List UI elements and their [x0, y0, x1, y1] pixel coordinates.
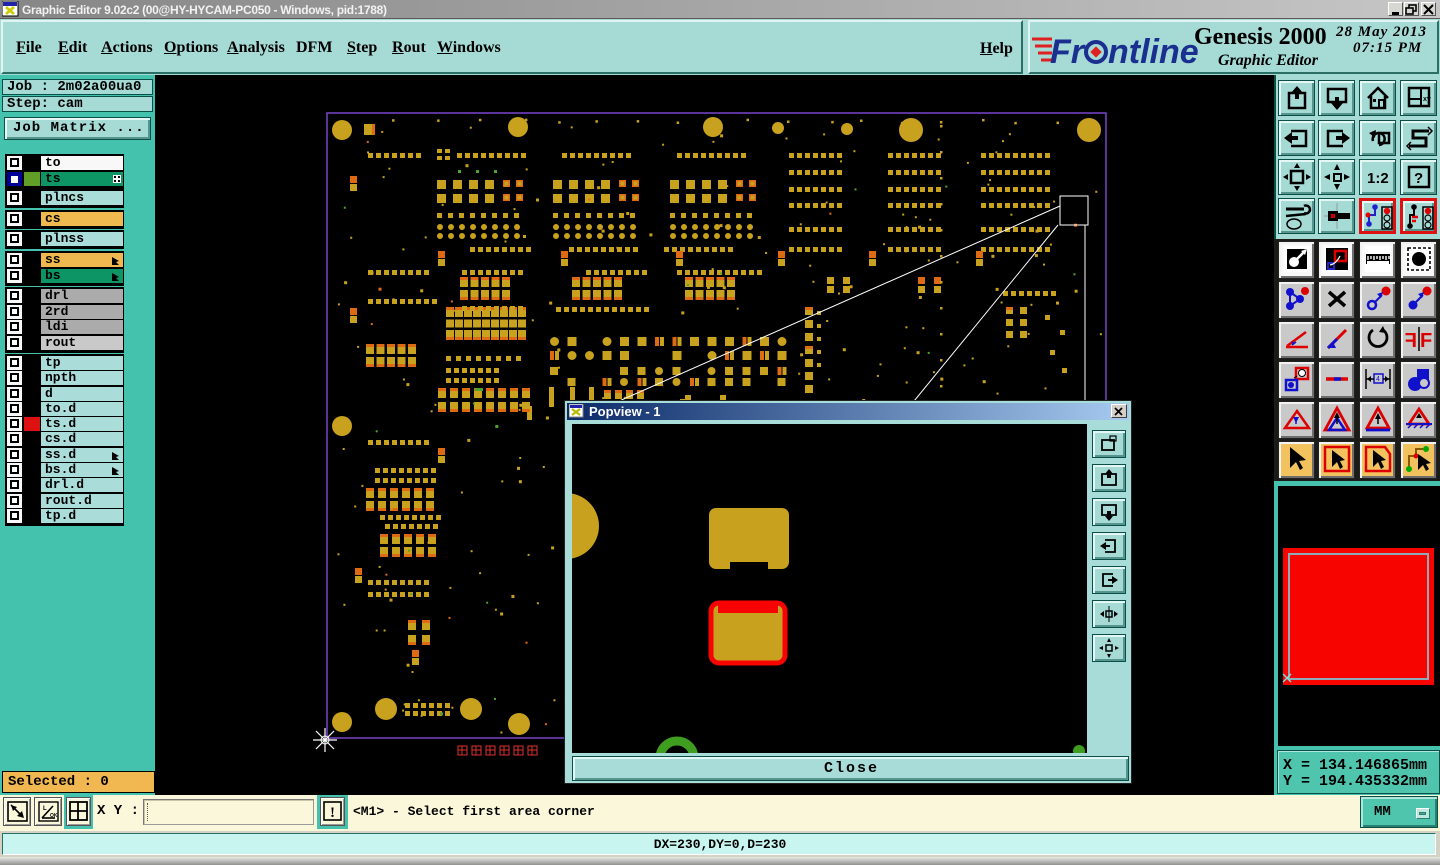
svg-text:F: F — [1405, 330, 1417, 352]
svg-text:ntline: ntline — [1108, 33, 1199, 71]
svg-text:1:2: 1:2 — [1367, 170, 1389, 187]
svg-text:L: L — [43, 806, 47, 812]
svg-text:!: ! — [330, 805, 335, 821]
svg-text:xy: xy — [1423, 96, 1431, 103]
svg-text:?: ? — [1414, 170, 1423, 187]
svg-text:F: F — [1420, 330, 1432, 352]
svg-text:OK: OK — [50, 813, 58, 819]
svg-text:4: 4 — [1376, 376, 1380, 383]
svg-text:Fr: Fr — [1050, 33, 1086, 71]
